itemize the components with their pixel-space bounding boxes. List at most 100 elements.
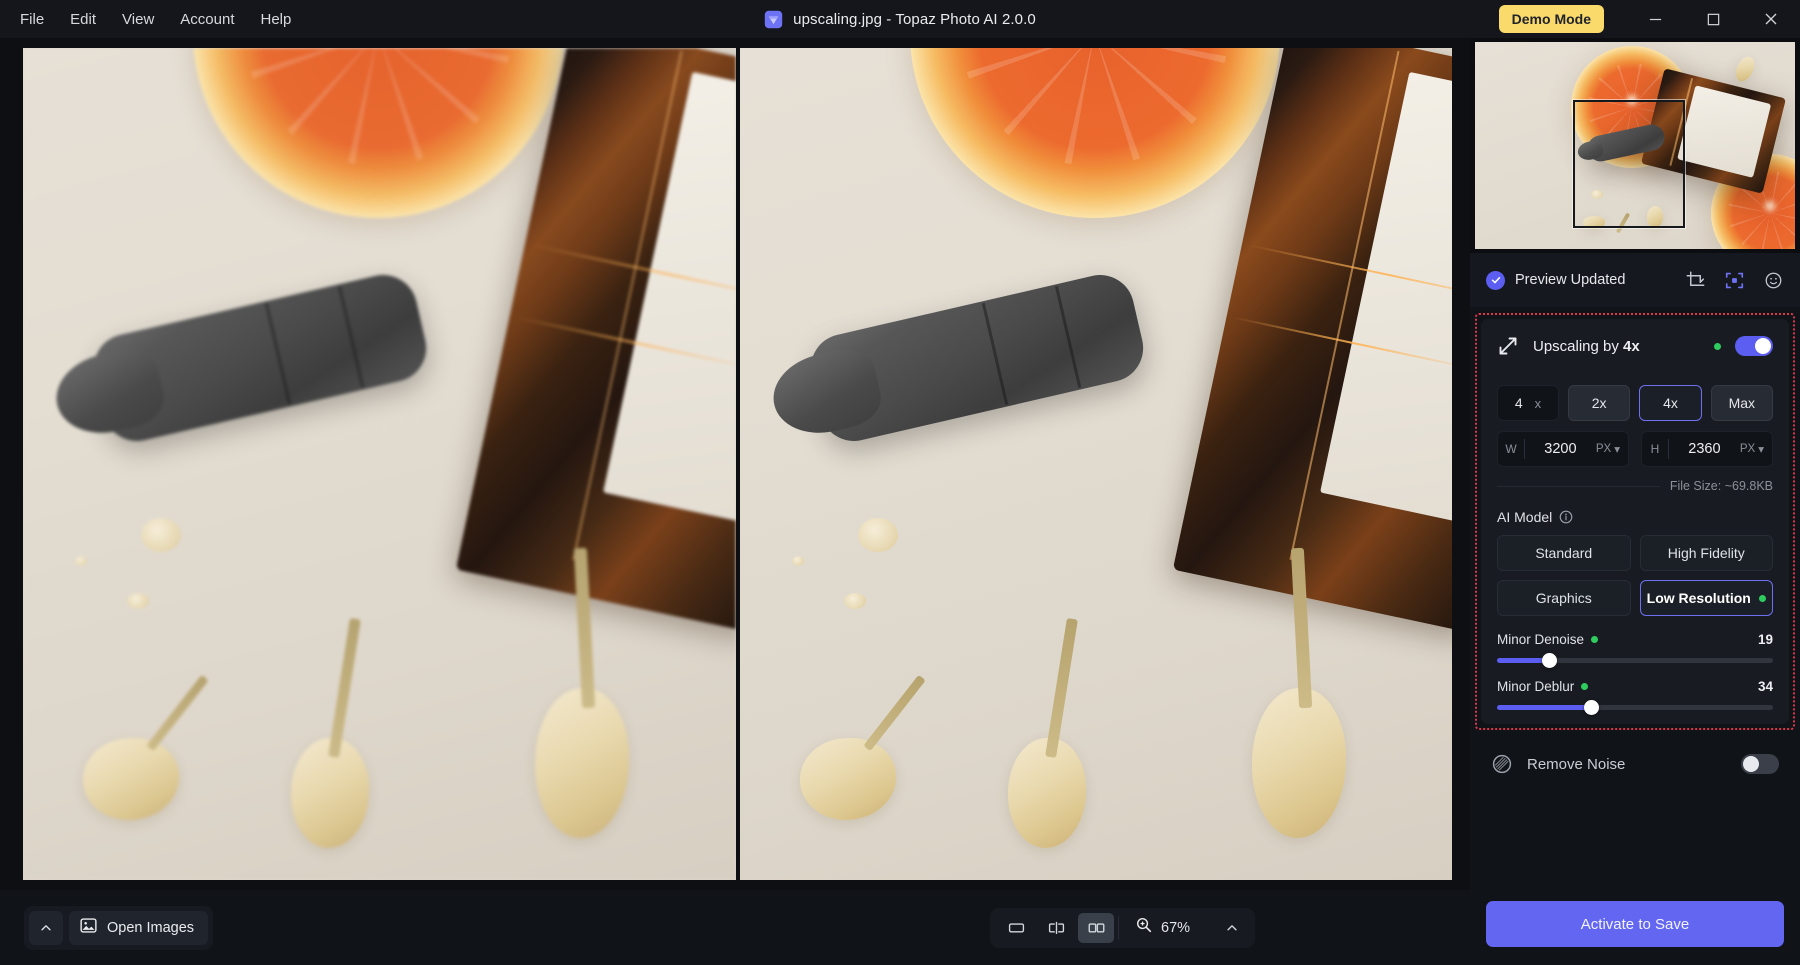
height-label: H — [1650, 442, 1660, 456]
upscaling-highlight-outline: Upscaling by 4x 4 x 2x 4x Max W 3200 PX … — [1475, 313, 1795, 730]
bottom-toolbar: Open Images 67% — [0, 890, 1470, 965]
minor-denoise-slider[interactable] — [1497, 653, 1773, 668]
window-title: upscaling.jpg - Topaz Photo AI 2.0.0 — [793, 10, 1036, 28]
minor-deblur-thumb[interactable] — [1583, 700, 1599, 715]
chevron-down-icon: ▾ — [1758, 444, 1764, 456]
menu-item-edit[interactable]: Edit — [58, 5, 108, 34]
window-controls: Demo Mode — [1498, 0, 1800, 38]
magnifier-plus-icon[interactable] — [1135, 916, 1153, 939]
minor-deblur-status-dot — [1581, 683, 1589, 690]
image-pane-original[interactable] — [23, 48, 736, 880]
maximize-icon[interactable] — [1684, 0, 1742, 38]
minor-deblur-slider[interactable] — [1497, 700, 1773, 715]
width-unit-label: PX — [1595, 443, 1612, 455]
zoom-control[interactable]: 67% — [1123, 916, 1201, 939]
remove-noise-row[interactable]: Remove Noise — [1470, 736, 1800, 792]
height-value[interactable]: 2360 — [1669, 441, 1740, 457]
ai-model-label: AI Model — [1497, 509, 1553, 525]
toolbar-divider — [1118, 915, 1119, 940]
scale-preset-2x[interactable]: 2x — [1568, 385, 1631, 421]
menu-bar: File Edit View Account Help — [0, 5, 303, 34]
title-bar: File Edit View Account Help upscaling.jp… — [0, 0, 1800, 38]
upscaling-header[interactable]: Upscaling by 4x — [1481, 319, 1789, 373]
minor-denoise-label: Minor Denoise — [1497, 632, 1585, 647]
face-detect-icon[interactable] — [1762, 269, 1784, 291]
upscaling-panel: Upscaling by 4x 4 x 2x 4x Max W 3200 PX … — [1481, 319, 1789, 724]
minor-deblur-value: 34 — [1757, 679, 1773, 694]
menu-item-view[interactable]: View — [110, 5, 166, 34]
navigator-roi-box[interactable] — [1573, 100, 1685, 228]
compare-view[interactable] — [9, 38, 1461, 890]
right-sidebar: Preview Updated Upscaling by 4x 4 x 2x 4… — [1470, 38, 1800, 965]
menu-item-file[interactable]: File — [8, 5, 56, 34]
upscaling-status-dot — [1714, 342, 1721, 350]
dimension-controls: W 3200 PX ▾ H 2360 PX ▾ — [1497, 431, 1773, 467]
minor-denoise-slider-block: Minor Denoise 19 — [1497, 632, 1773, 668]
remove-noise-label: Remove Noise — [1527, 755, 1626, 773]
chevron-up-icon[interactable] — [29, 910, 63, 945]
ai-model-status-dot — [1758, 594, 1766, 602]
navigator-thumbnail[interactable] — [1470, 38, 1800, 253]
fit-to-screen-icon[interactable] — [1723, 269, 1745, 291]
demo-mode-badge[interactable]: Demo Mode — [1498, 5, 1604, 33]
upscaling-toggle[interactable] — [1735, 336, 1773, 356]
file-size-divider — [1497, 485, 1660, 487]
close-icon[interactable] — [1742, 0, 1800, 38]
side-by-side-view-icon[interactable] — [1078, 912, 1114, 943]
activate-to-save-button[interactable]: Activate to Save — [1486, 901, 1784, 947]
image-icon — [80, 917, 97, 938]
width-unit-select[interactable]: PX ▾ — [1596, 442, 1620, 456]
ai-model-low-resolution[interactable]: Low Resolution — [1639, 580, 1773, 616]
scale-preset-max[interactable]: Max — [1710, 385, 1773, 421]
minor-deblur-label: Minor Deblur — [1497, 679, 1575, 694]
minor-denoise-thumb[interactable] — [1542, 653, 1558, 668]
open-images-button[interactable]: Open Images — [69, 910, 209, 945]
upscaling-title: Upscaling by 4x — [1533, 338, 1700, 355]
scale-controls: 4 x 2x 4x Max — [1497, 385, 1773, 421]
zoom-level: 67% — [1161, 919, 1191, 936]
menu-item-help[interactable]: Help — [248, 5, 303, 34]
minor-deblur-header: Minor Deblur 34 — [1497, 679, 1773, 694]
photo-original — [23, 48, 736, 880]
image-canvas[interactable] — [0, 38, 1470, 890]
minor-deblur-fill — [1497, 705, 1591, 710]
minimize-icon[interactable] — [1626, 0, 1684, 38]
width-field[interactable]: W 3200 PX ▾ — [1497, 431, 1629, 467]
file-size-row: File Size: ~69.8KB — [1497, 479, 1773, 493]
ai-model-graphics[interactable]: Graphics — [1497, 580, 1631, 616]
scale-unit: x — [1534, 395, 1542, 411]
image-pane-upscaled[interactable] — [739, 48, 1452, 880]
noise-sphere-icon — [1491, 753, 1513, 775]
ai-model-standard[interactable]: Standard — [1497, 535, 1631, 571]
save-area: Activate to Save — [1470, 901, 1800, 965]
thumbnail-photo — [1475, 42, 1795, 249]
info-icon[interactable] — [1559, 510, 1573, 524]
minor-deblur-slider-block: Minor Deblur 34 — [1497, 679, 1773, 715]
width-label: W — [1505, 442, 1517, 456]
upscaling-title-prefix: Upscaling by — [1533, 337, 1624, 355]
height-unit-select[interactable]: PX ▾ — [1740, 442, 1764, 456]
menu-item-account[interactable]: Account — [168, 5, 246, 34]
scale-preset-4x[interactable]: 4x — [1639, 385, 1702, 421]
zoom-chevron-up-icon[interactable] — [1217, 913, 1247, 943]
split-view-icon[interactable] — [1038, 913, 1074, 943]
crop-icon[interactable] — [1684, 269, 1706, 291]
open-images-group: Open Images — [24, 905, 214, 950]
single-view-icon[interactable] — [998, 913, 1034, 943]
width-value[interactable]: 3200 — [1525, 441, 1596, 457]
upscale-arrows-icon — [1497, 335, 1519, 357]
topaz-gem-icon — [764, 10, 783, 29]
upscaling-body: 4 x 2x 4x Max W 3200 PX ▾ H 2360 PX ▾ Fi… — [1481, 373, 1789, 724]
scale-value-field[interactable]: 4 x — [1497, 385, 1559, 421]
minor-denoise-value: 19 — [1757, 632, 1773, 647]
preview-tools — [1684, 269, 1784, 291]
ai-model-options: Standard High Fidelity Graphics Low Reso… — [1497, 535, 1773, 616]
height-unit-label: PX — [1739, 443, 1756, 455]
chevron-down-icon: ▾ — [1614, 444, 1620, 456]
remove-noise-toggle[interactable] — [1741, 754, 1779, 774]
file-size-label: File Size: ~69.8KB — [1669, 479, 1773, 493]
photo-upscaled — [739, 48, 1452, 880]
ai-model-high-fidelity[interactable]: High Fidelity — [1639, 535, 1773, 571]
check-circle-icon — [1486, 270, 1505, 290]
height-field[interactable]: H 2360 PX ▾ — [1641, 431, 1773, 467]
